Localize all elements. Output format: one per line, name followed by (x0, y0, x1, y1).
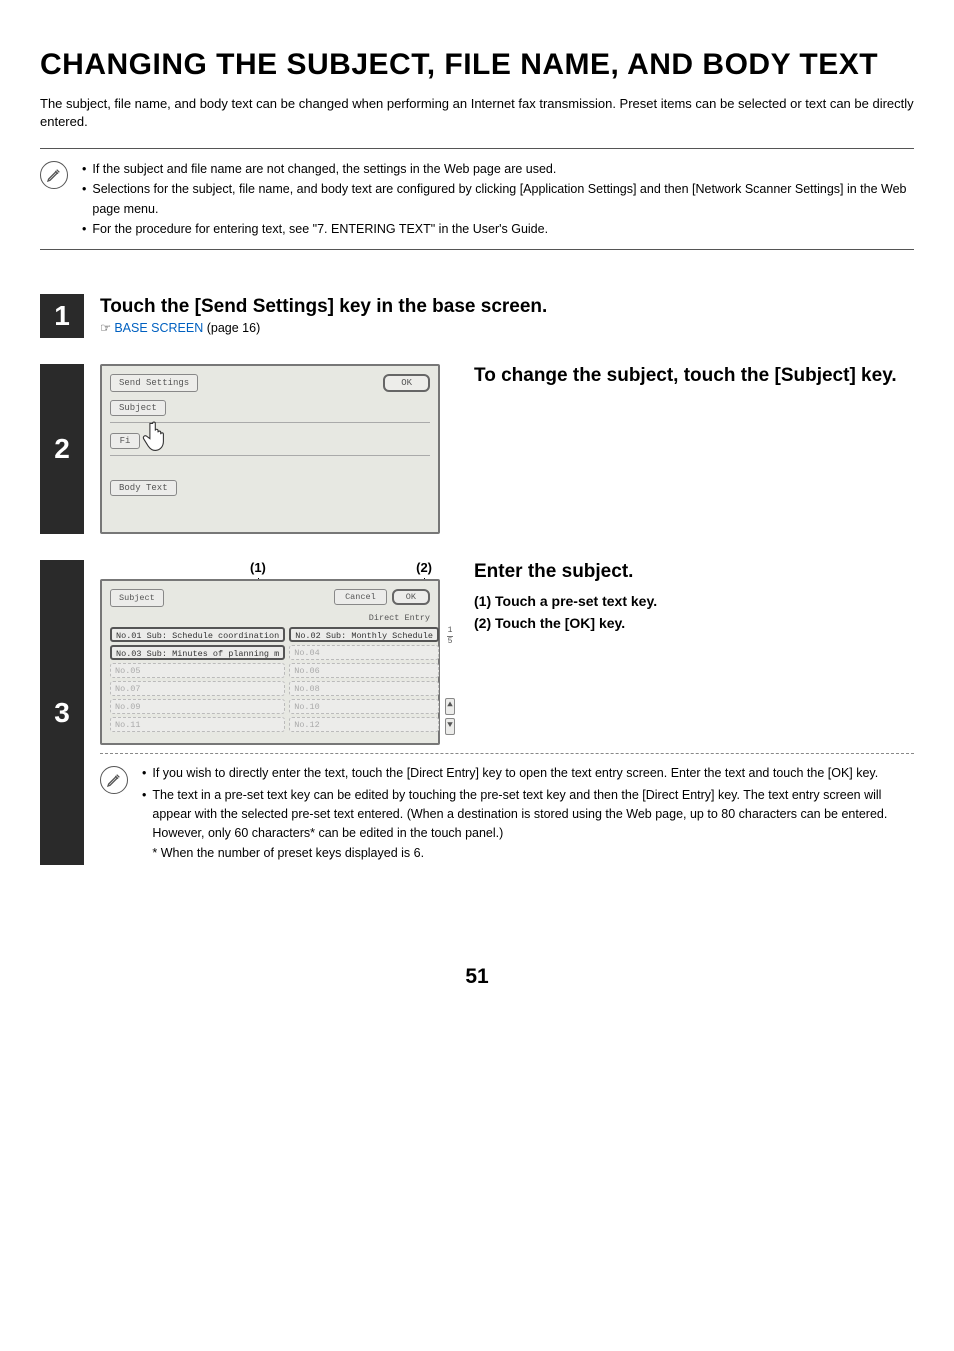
step-number-2: 2 (40, 364, 84, 534)
callout-1: (1) (250, 560, 266, 575)
note-3: For the procedure for entering text, see… (92, 219, 548, 239)
pointer-icon: ☞ (100, 321, 114, 335)
preset-text-key: No.09 (110, 699, 285, 714)
step-1-link-line: ☞ BASE SCREEN (page 16) (100, 320, 914, 336)
direct-entry-button[interactable]: Direct Entry (369, 613, 430, 623)
filename-button[interactable]: Fi (110, 433, 140, 449)
preset-text-key: No.12 (289, 717, 439, 732)
cancel-button[interactable]: Cancel (334, 589, 387, 605)
pencil-icon (40, 161, 68, 189)
note-2: Selections for the subject, file name, a… (92, 179, 914, 219)
subject-button[interactable]: Subject (110, 400, 166, 416)
step-number-1: 1 (40, 294, 84, 338)
send-settings-panel: Send Settings OK Subject Fi Body Text (100, 364, 440, 534)
page-count: 1 5 (445, 627, 455, 646)
preset-text-key: No.10 (289, 699, 439, 714)
preset-text-key: No.08 (289, 681, 439, 696)
preset-text-key: No.07 (110, 681, 285, 696)
callouts: (1) (2) (100, 560, 444, 579)
step-1-heading: Touch the [Send Settings] key in the bas… (100, 296, 914, 318)
subject-ok-button[interactable]: OK (392, 589, 430, 605)
preset-text-key[interactable]: No.01 Sub: Schedule coordination (110, 627, 285, 642)
preset-text-key[interactable]: No.02 Sub: Monthly Schedule (289, 627, 439, 642)
callout-2: (2) (416, 560, 432, 575)
bodytext-button[interactable]: Body Text (110, 480, 177, 496)
step-1: 1 Touch the [Send Settings] key in the b… (40, 294, 914, 338)
scroll-up-button[interactable]: ⯅ (445, 698, 455, 715)
preset-text-key: No.05 (110, 663, 285, 678)
link-suffix: (page 16) (203, 321, 260, 335)
notes-box: •If the subject and file name are not ch… (40, 148, 914, 250)
subject-panel-title: Subject (110, 589, 164, 607)
base-screen-link[interactable]: BASE SCREEN (114, 321, 203, 335)
preset-text-key: No.04 (289, 645, 439, 660)
page-number: 51 (40, 965, 914, 989)
notes-list: •If the subject and file name are not ch… (82, 159, 914, 239)
hand-pointer-icon (140, 418, 176, 454)
preset-text-key: No.06 (289, 663, 439, 678)
pencil-icon (100, 766, 128, 794)
intro-text: The subject, file name, and body text ca… (40, 95, 914, 133)
panel-title: Send Settings (110, 374, 198, 392)
step3-subnote2: The text in a pre-set text key can be ed… (152, 788, 887, 841)
step-3-heading: Enter the subject. (474, 560, 914, 585)
step-3-sub2: (2) Touch the [OK] key. (474, 615, 914, 631)
step3-subnote2-star: * When the number of preset keys display… (152, 846, 424, 860)
step3-subnote1: If you wish to directly enter the text, … (152, 764, 878, 783)
page-title: CHANGING THE SUBJECT, FILE NAME, AND BOD… (40, 48, 914, 83)
step-2-heading: To change the subject, touch the [Subjec… (474, 364, 914, 389)
note-1: If the subject and file name are not cha… (92, 159, 556, 179)
ok-button[interactable]: OK (383, 374, 430, 392)
step-3: 3 (1) (2) Subject Cancel OK (40, 560, 914, 865)
scroll-down-button[interactable]: ⯆ (445, 718, 455, 735)
subject-panel: Subject Cancel OK Direct Entry No.01 Sub… (100, 579, 440, 745)
dashed-separator (100, 753, 914, 754)
step-2: 2 Send Settings OK Subject Fi (40, 364, 914, 534)
preset-text-key[interactable]: No.03 Sub: Minutes of planning m (110, 645, 285, 660)
step-3-sub1: (1) Touch a pre-set text key. (474, 593, 914, 609)
step-number-3: 3 (40, 560, 84, 865)
preset-text-key: No.11 (110, 717, 285, 732)
